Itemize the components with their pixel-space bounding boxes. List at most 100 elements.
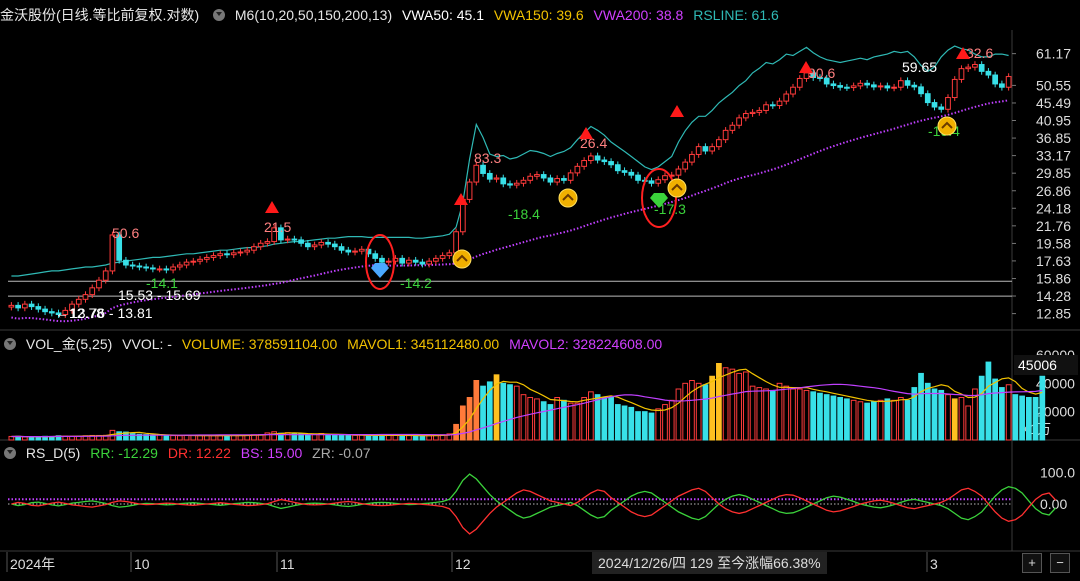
volume-bar: [534, 398, 540, 441]
volume-bar: [722, 367, 729, 441]
rsline-series: [11, 45, 1009, 277]
price-annotation: -18.4: [508, 206, 540, 222]
volume-bar: [507, 384, 513, 441]
volume-bar: [864, 402, 870, 441]
volume-bar: [689, 380, 695, 441]
stock-chart[interactable]: 61.17 50.55 45.4940.95 36.85 33.1729.85 26.86…: [0, 0, 1080, 581]
volume-bar: [1032, 397, 1039, 441]
candle: [123, 259, 129, 266]
volume-bar: [965, 405, 972, 441]
candle: [156, 268, 163, 271]
price-annotation: -14.2: [400, 275, 432, 291]
candle: [945, 97, 951, 110]
zoom-out-button[interactable]: −: [1050, 553, 1070, 573]
volume-bar: [176, 435, 183, 441]
candle: [520, 179, 527, 184]
volume-bar: [790, 388, 796, 441]
candle: [75, 298, 82, 305]
volume-bar: [641, 411, 648, 441]
candle: [830, 83, 837, 87]
candle: [540, 174, 547, 179]
candle: [547, 177, 554, 183]
volume-bar: [682, 382, 689, 441]
volume-bar: [365, 435, 372, 441]
candle: [48, 311, 55, 314]
candle: [628, 171, 635, 176]
volume-bar: [716, 363, 722, 441]
candle: [837, 85, 844, 88]
candle: [150, 267, 156, 270]
volume-bar: [729, 368, 736, 441]
volume-bar: [331, 434, 338, 441]
candle: [217, 253, 224, 257]
candle: [163, 268, 170, 271]
y-tick-label: 17.63: [1036, 253, 1071, 269]
candle: [999, 83, 1005, 88]
candle: [897, 80, 904, 88]
volume-bar: [924, 382, 931, 441]
volume-bar: [426, 435, 432, 441]
candle: [345, 249, 352, 253]
y-tick-label: 33.17: [1036, 148, 1071, 164]
volume-bar: [702, 384, 709, 441]
signal-up-triangle-icon: [454, 193, 468, 205]
volume-bar: [850, 399, 857, 441]
candle: [331, 243, 338, 248]
volume-bar: [695, 382, 702, 441]
candle: [82, 294, 89, 300]
volume-bar: [756, 387, 763, 441]
candle: [291, 238, 298, 241]
candle: [89, 287, 96, 296]
volume-bar: [21, 436, 28, 441]
candle: [419, 261, 426, 265]
candle: [338, 246, 345, 251]
candle: [891, 86, 897, 89]
candle: [884, 85, 891, 89]
volume-bar: [897, 397, 904, 441]
candle: [399, 257, 406, 264]
volume-bar: [574, 402, 581, 441]
candle: [304, 242, 311, 248]
volume-bar: [742, 371, 749, 441]
volume-bar: [338, 434, 345, 441]
x-tick-label: 11: [280, 556, 295, 572]
candle: [251, 246, 257, 251]
candle: [729, 124, 736, 131]
candle: [257, 242, 264, 248]
candle: [675, 168, 682, 176]
candle: [406, 259, 412, 264]
volume-bar: [904, 399, 911, 441]
volume-bar: [554, 397, 561, 441]
candle: [958, 68, 965, 80]
candle: [8, 304, 15, 308]
candle: [486, 172, 493, 180]
volume-bar: [844, 398, 850, 441]
volume-bar: [271, 431, 278, 441]
volume-bar: [884, 398, 891, 441]
volume-bar: [857, 401, 864, 441]
volume-bar: [540, 401, 547, 441]
volume-bar: [837, 397, 844, 441]
candle: [769, 104, 776, 107]
y-tick-label: 29.85: [1036, 165, 1071, 181]
candle: [311, 244, 318, 248]
candle: [749, 111, 756, 115]
candle: [210, 255, 217, 258]
candle: [951, 78, 958, 99]
candle: [197, 258, 203, 262]
volume-bar: [614, 404, 621, 441]
candle: [453, 231, 459, 254]
candle: [527, 175, 534, 181]
candle: [736, 117, 742, 126]
zoom-in-button[interactable]: +: [1022, 553, 1042, 573]
candle: [742, 113, 749, 119]
candle: [992, 74, 999, 85]
volume-bar: [1005, 384, 1012, 441]
volume-bar: [561, 399, 567, 441]
candle: [439, 255, 446, 259]
candle: [648, 180, 655, 184]
y-tick-label: 12.85: [1036, 306, 1071, 322]
candle: [574, 165, 581, 174]
volume-bar: [978, 375, 985, 441]
candle: [446, 252, 453, 257]
